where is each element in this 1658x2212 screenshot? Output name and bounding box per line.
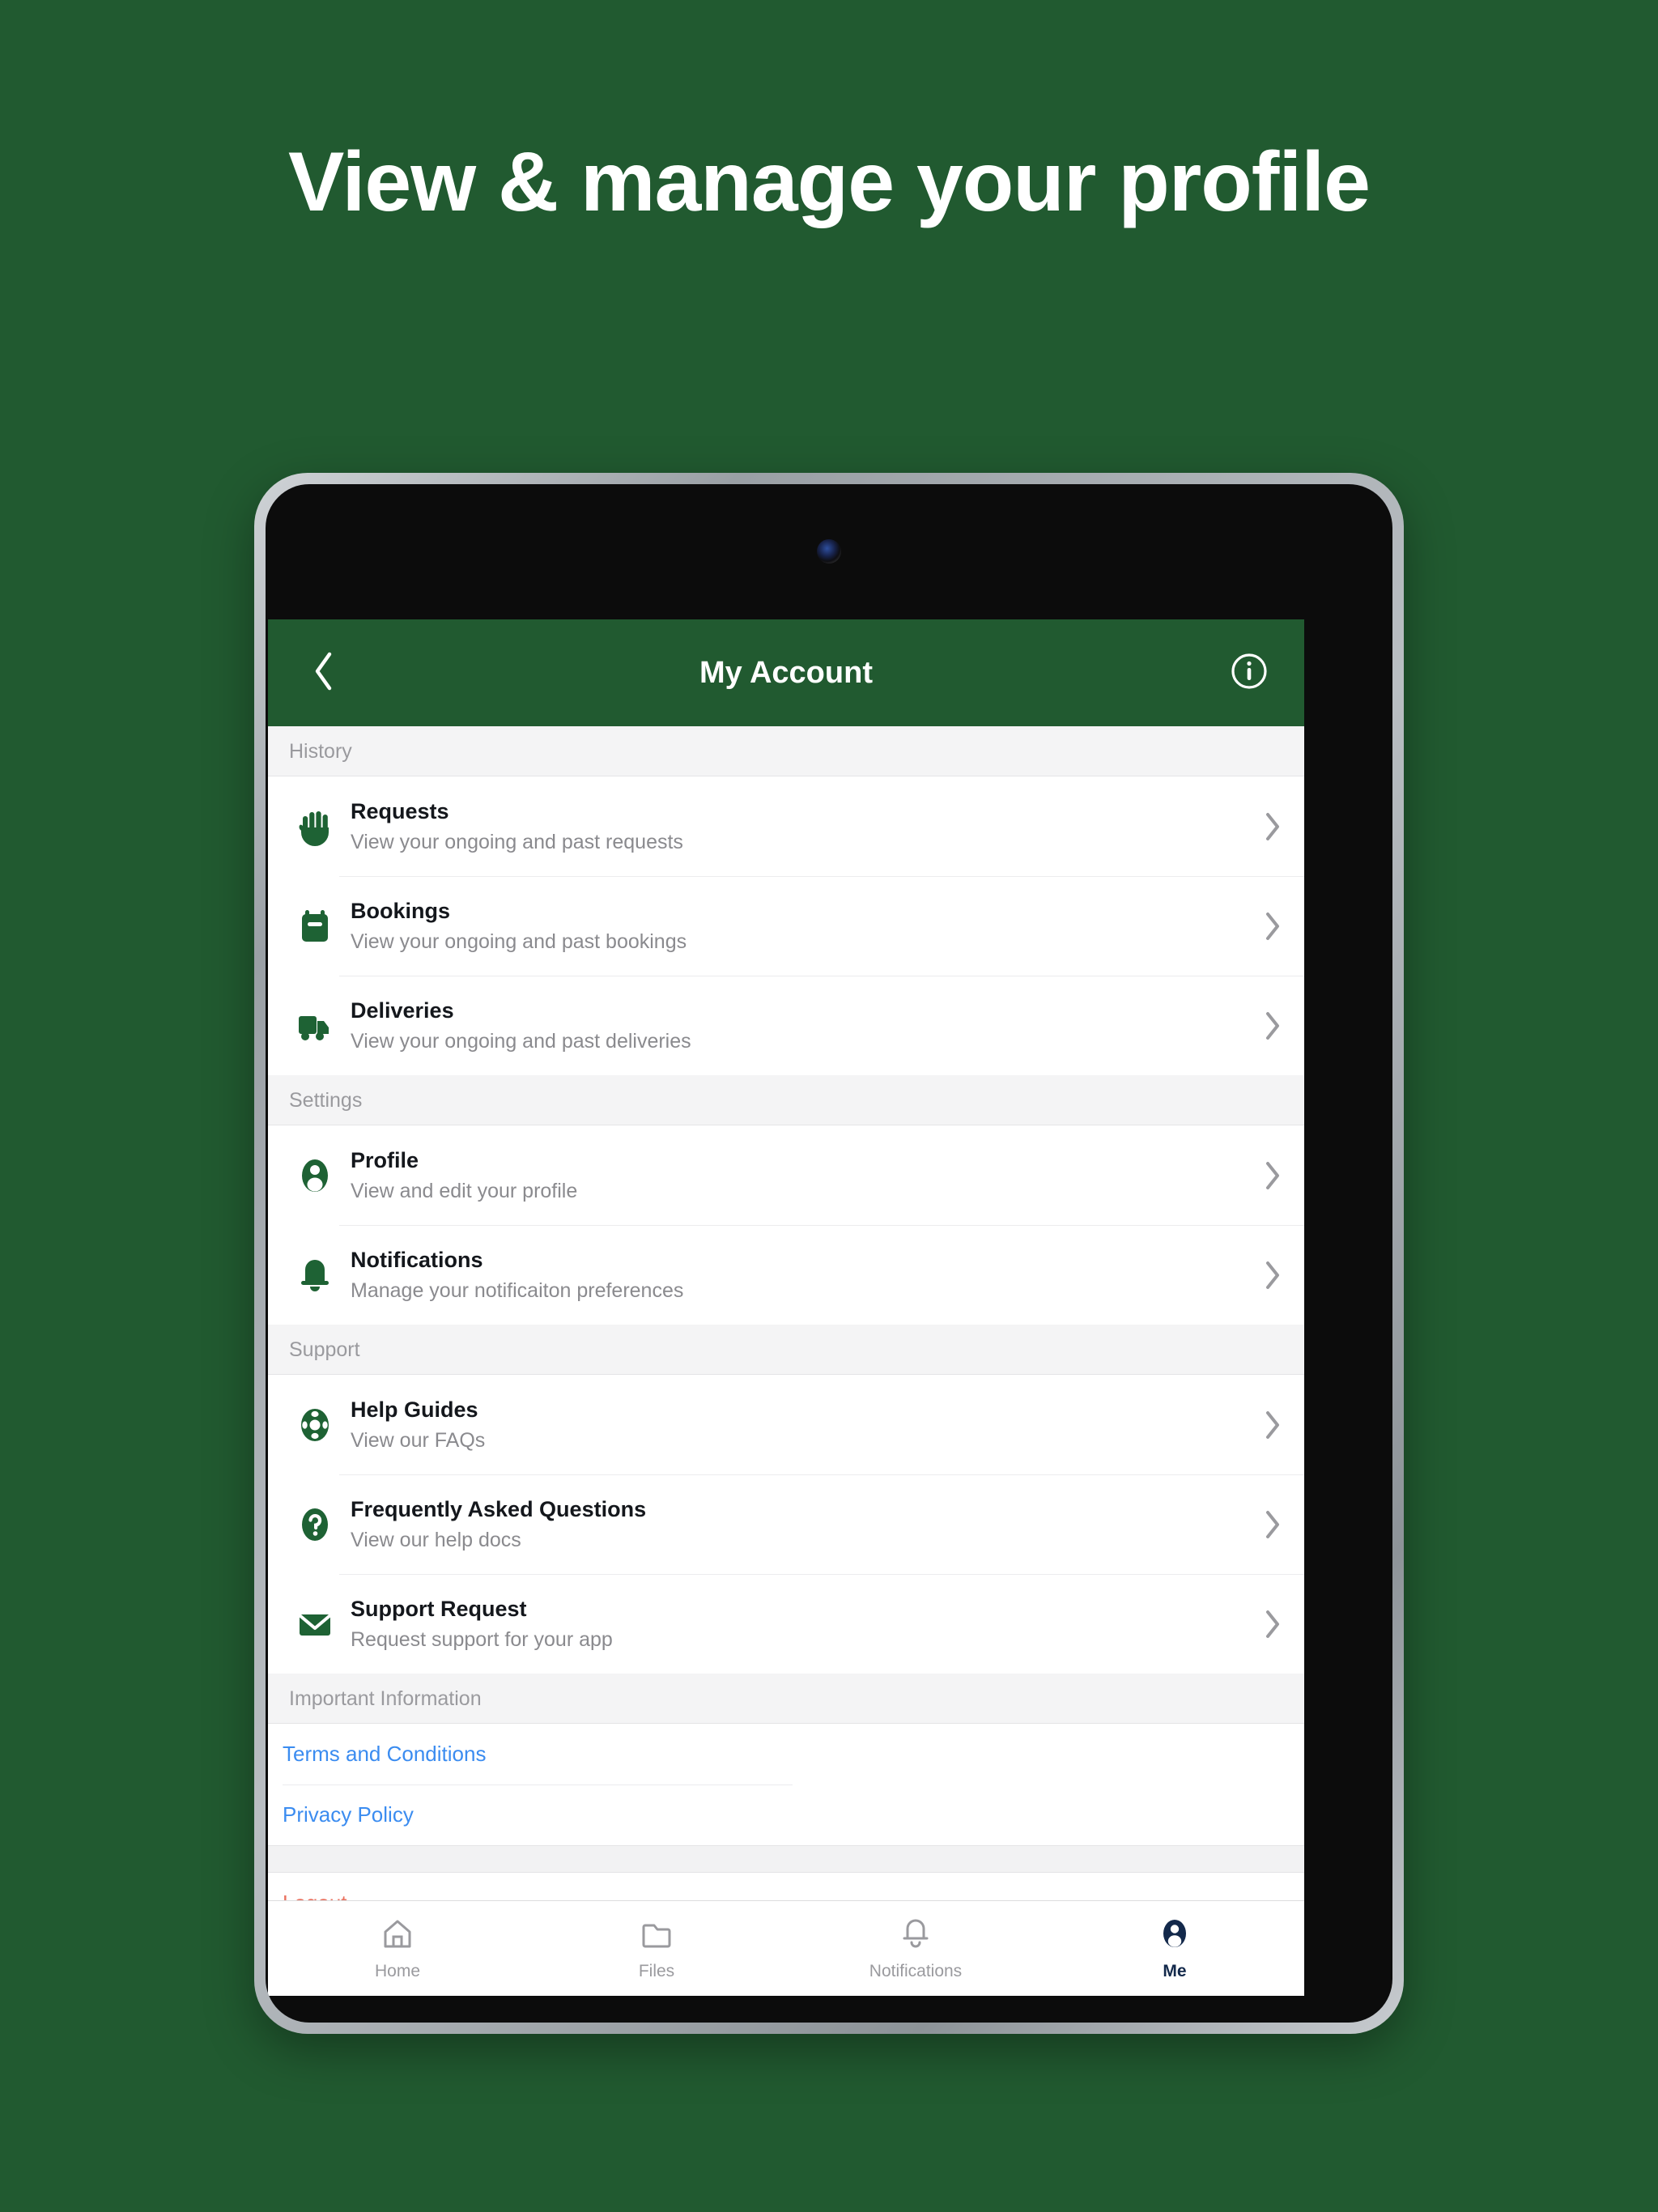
section-header-support: Support <box>268 1325 1304 1375</box>
list-item-text: Deliveries View your ongoing and past de… <box>339 998 1249 1053</box>
front-camera-icon <box>817 539 841 564</box>
question-mark-icon <box>291 1504 339 1545</box>
section-rows-history: Requests View your ongoing and past requ… <box>268 776 1304 1075</box>
tab-bar: Home Files Notifications Me <box>268 1900 1304 1996</box>
list-item-subtitle: View our FAQs <box>351 1428 486 1452</box>
link-terms-and-conditions[interactable]: Terms and Conditions <box>268 1724 1304 1784</box>
important-information-links: Terms and Conditions Privacy Policy <box>268 1724 1304 1845</box>
chevron-left-icon <box>311 651 335 696</box>
bell-icon <box>291 1255 339 1295</box>
list-item-title: Bookings <box>351 898 451 923</box>
list-item-deliveries[interactable]: Deliveries View your ongoing and past de… <box>268 976 1304 1075</box>
tab-label: Me <box>1163 1961 1187 1980</box>
list-item-title: Requests <box>351 798 449 823</box>
section-header-settings: Settings <box>268 1075 1304 1125</box>
tab-label: Home <box>374 1961 421 1980</box>
list-item-text: Profile View and edit your profile <box>339 1148 1249 1203</box>
list-item-title: Notifications <box>351 1247 483 1272</box>
truck-icon <box>291 1006 339 1046</box>
hand-icon <box>291 806 339 847</box>
chevron-right-icon <box>1249 1261 1282 1290</box>
list-item-requests[interactable]: Requests View your ongoing and past requ… <box>268 776 1304 876</box>
chevron-right-icon <box>1249 1510 1282 1539</box>
list-item-title: Frequently Asked Questions <box>351 1496 647 1521</box>
chevron-right-icon <box>1249 1610 1282 1639</box>
list-item-notifications[interactable]: Notifications Manage your notificaiton p… <box>268 1225 1304 1325</box>
list-item-text: Requests View your ongoing and past requ… <box>339 799 1249 854</box>
list-item-subtitle: View your ongoing and past deliveries <box>351 1029 691 1053</box>
tab-me[interactable]: Me <box>1045 1901 1304 1996</box>
list-item-title: Help Guides <box>351 1397 478 1422</box>
list-item-subtitle: View your ongoing and past bookings <box>351 929 687 953</box>
info-circle-icon <box>1230 652 1269 695</box>
settings-list[interactable]: History Requests View your ongoing and p… <box>268 726 1304 1900</box>
info-button[interactable] <box>1226 650 1272 696</box>
back-button[interactable] <box>300 650 346 696</box>
tab-label: Files <box>638 1961 675 1980</box>
list-item-faq[interactable]: Frequently Asked Questions View our help… <box>268 1474 1304 1574</box>
list-item-title: Profile <box>351 1147 419 1172</box>
page-title: View & manage your profile <box>287 135 1371 229</box>
list-item-text: Support Request Request support for your… <box>339 1597 1249 1652</box>
chevron-right-icon <box>1249 912 1282 941</box>
section-divider-band <box>268 1845 1304 1873</box>
list-item-subtitle: View your ongoing and past requests <box>351 830 683 853</box>
list-item-text: Notifications Manage your notificaiton p… <box>339 1248 1249 1303</box>
list-item-subtitle: Request support for your app <box>351 1627 613 1651</box>
person-filled-icon <box>1158 1916 1192 1955</box>
list-item-title: Deliveries <box>351 998 454 1023</box>
list-item-title: Support Request <box>351 1596 527 1621</box>
list-item-profile[interactable]: Profile View and edit your profile <box>268 1125 1304 1225</box>
tablet-body: My Account History Requests View your on… <box>266 484 1392 2023</box>
chevron-right-icon <box>1249 1011 1282 1040</box>
tab-home[interactable]: Home <box>268 1901 527 1996</box>
booking-icon <box>291 906 339 946</box>
app-header: My Account <box>268 619 1304 726</box>
tab-label: Notifications <box>869 1961 963 1980</box>
list-item-subtitle: Manage your notificaiton preferences <box>351 1278 684 1302</box>
logout-button[interactable]: Logout <box>268 1873 1304 1900</box>
section-rows-settings: Profile View and edit your profile Notif… <box>268 1125 1304 1325</box>
tab-files[interactable]: Files <box>527 1901 786 1996</box>
app-title: My Account <box>699 655 873 690</box>
section-header-important-information: Important Information <box>268 1674 1304 1724</box>
envelope-icon <box>291 1604 339 1644</box>
app-screen: My Account History Requests View your on… <box>268 619 1304 1996</box>
list-item-text: Frequently Asked Questions View our help… <box>339 1497 1249 1552</box>
bell-outline-icon <box>899 1916 933 1955</box>
list-item-support-request[interactable]: Support Request Request support for your… <box>268 1574 1304 1674</box>
folder-icon <box>640 1916 674 1955</box>
list-item-help-guides[interactable]: Help Guides View our FAQs <box>268 1375 1304 1474</box>
list-item-text: Help Guides View our FAQs <box>339 1397 1249 1453</box>
lifebuoy-icon <box>291 1405 339 1445</box>
tab-notifications[interactable]: Notifications <box>786 1901 1045 1996</box>
list-item-subtitle: View our help docs <box>351 1528 521 1551</box>
section-rows-support: Help Guides View our FAQs Frequently Ask… <box>268 1375 1304 1674</box>
person-icon <box>291 1155 339 1196</box>
list-item-bookings[interactable]: Bookings View your ongoing and past book… <box>268 876 1304 976</box>
link-privacy-policy[interactable]: Privacy Policy <box>268 1784 1304 1845</box>
chevron-right-icon <box>1249 1161 1282 1190</box>
section-header-history: History <box>268 726 1304 776</box>
tablet-device: My Account History Requests View your on… <box>254 473 1404 2034</box>
list-item-text: Bookings View your ongoing and past book… <box>339 899 1249 954</box>
home-icon <box>380 1916 414 1955</box>
chevron-right-icon <box>1249 1410 1282 1440</box>
list-item-subtitle: View and edit your profile <box>351 1179 578 1202</box>
chevron-right-icon <box>1249 812 1282 841</box>
